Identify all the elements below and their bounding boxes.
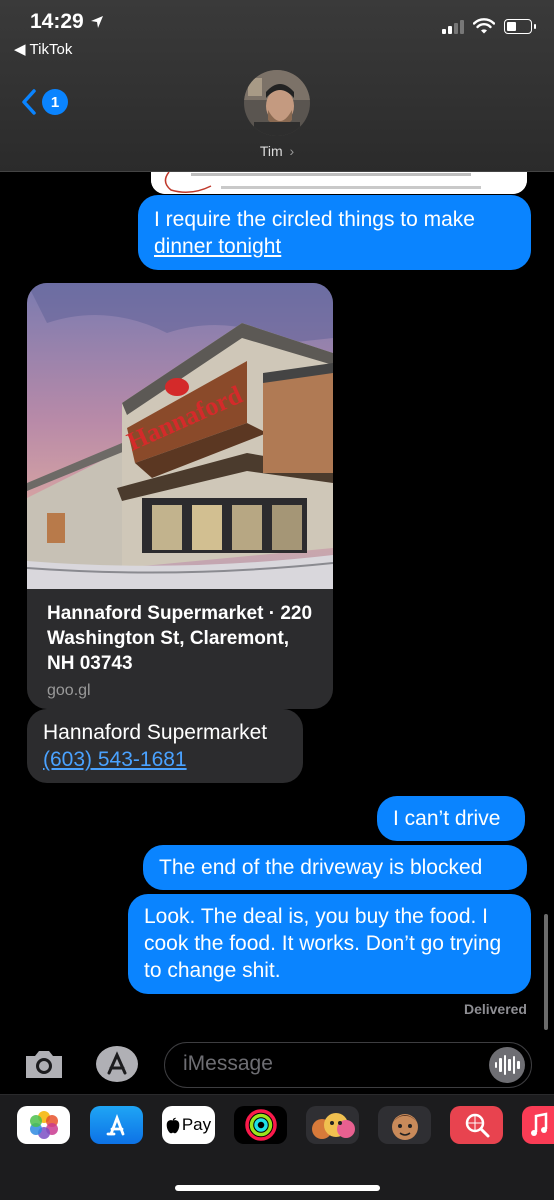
scrollbar[interactable] [544,914,548,1030]
link-preview-meta: Hannaford Supermarket · 220 Washington S… [27,589,333,709]
store-photo: Hannaford [27,283,333,589]
link-preview-card[interactable]: Hannaford Hannaford Supermarket · 220 Wa… [27,283,333,709]
memoji-2-icon[interactable] [378,1106,431,1144]
message-input-container [164,1042,532,1088]
compose-bar [0,1038,554,1094]
back-app-label: TikTok [29,40,73,58]
app-store-icon[interactable] [94,1044,140,1084]
message-bubble-outgoing[interactable]: I can’t drive [377,796,525,841]
chevron-right-icon: › [289,143,295,159]
message-text: Hannaford Supermarket [43,721,268,744]
link-preview-title: Hannaford Supermarket · 220 Washington S… [47,603,313,674]
contact-avatar[interactable] [244,70,310,136]
message-link[interactable]: dinner tonight [154,235,281,258]
activity-icon[interactable] [234,1106,287,1144]
apple-pay-icon[interactable]: Pay [162,1106,215,1144]
memoji-icon[interactable] [306,1106,359,1144]
message-text: Look. The deal is, you buy the food. I c… [144,905,502,982]
message-bubble-incoming[interactable]: Hannaford Supermarket (603) 543-1681 [27,709,303,783]
home-indicator[interactable] [175,1185,380,1191]
message-text: I can’t drive [393,807,501,830]
cellular-signal-icon [442,18,464,34]
unread-badge: 1 [42,89,68,115]
back-button[interactable]: 1 [20,88,68,116]
apple-pay-label: Pay [181,1115,212,1134]
battery-icon [504,19,536,34]
status-time: 14:29 [30,10,104,34]
app-store-icon[interactable] [90,1106,143,1144]
message-bubble-outgoing[interactable]: The end of the driveway is blocked [143,845,527,890]
phone-number-link[interactable]: (603) 543-1681 [43,746,287,773]
status-indicators [442,18,536,34]
message-thread[interactable]: I require the circled things to make din… [0,172,554,1022]
clock: 14:29 [30,10,84,33]
location-arrow-icon [90,16,103,28]
recipe-image-fragment[interactable] [151,172,527,194]
message-text: I require the circled things to make [154,208,475,231]
chevron-left-icon [22,89,36,115]
message-bubble-outgoing[interactable]: Look. The deal is, you buy the food. I c… [128,894,531,994]
back-to-app-link[interactable]: ◀ TikTok [14,40,73,59]
link-preview-domain: goo.gl [47,682,91,699]
message-input[interactable] [165,1043,465,1085]
message-bubble-outgoing[interactable]: I require the circled things to make din… [138,195,531,270]
web-search-icon[interactable] [450,1106,503,1144]
camera-icon[interactable] [22,1046,66,1082]
conversation-header: 14:29 ◀ TikTok 1 Tim › [0,0,554,172]
contact-name-button[interactable]: Tim › [0,143,554,159]
delivered-status: Delivered [463,1001,527,1017]
audio-message-icon[interactable] [489,1047,525,1083]
back-triangle-icon: ◀ [14,41,26,58]
contact-name: Tim [259,143,283,159]
message-text: The end of the driveway is blocked [159,856,483,879]
wifi-icon [473,18,495,34]
photos-icon[interactable] [17,1106,70,1144]
music-icon[interactable] [522,1106,554,1144]
